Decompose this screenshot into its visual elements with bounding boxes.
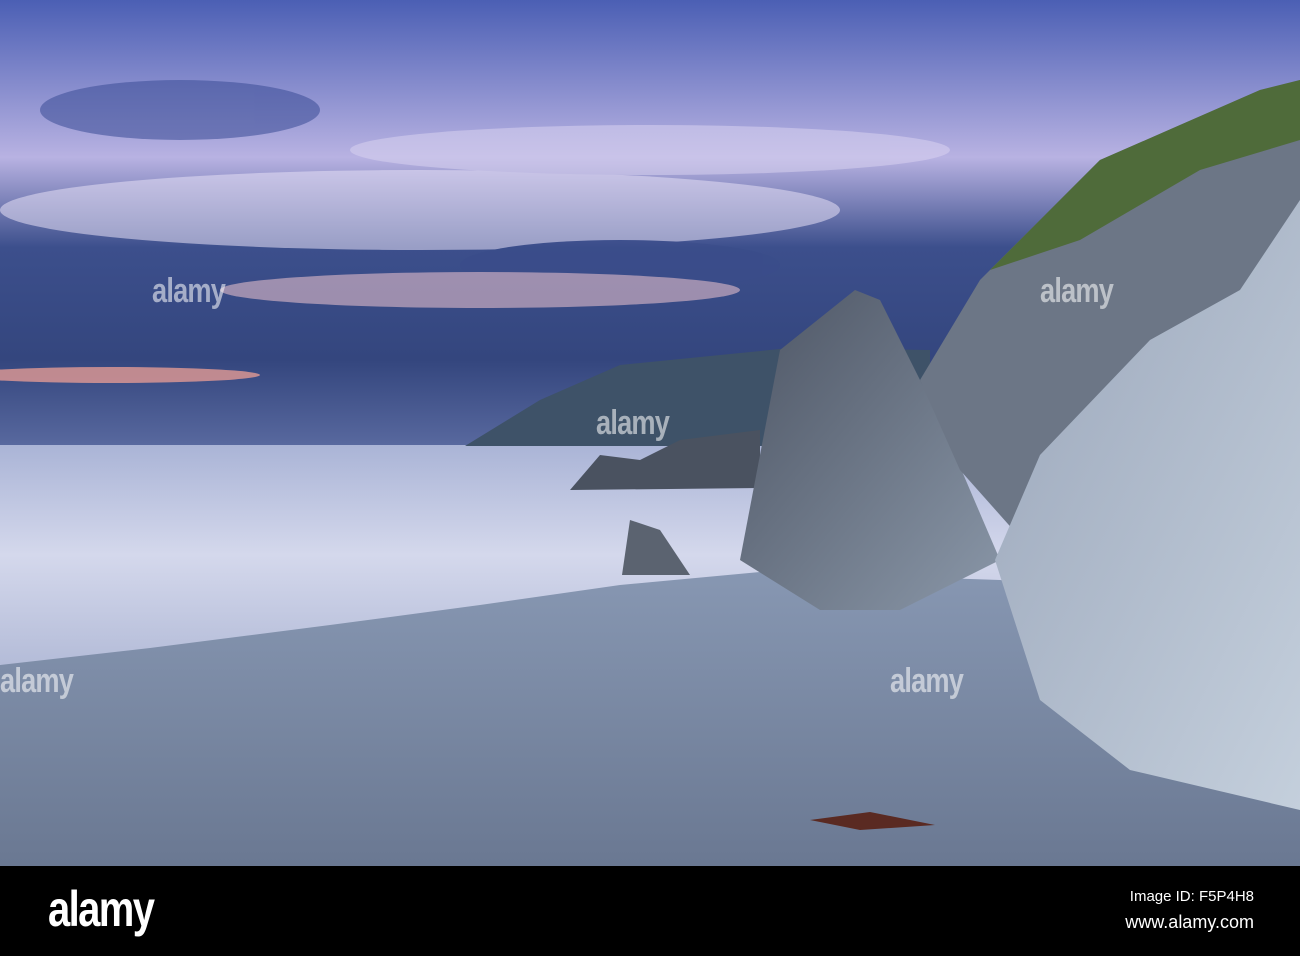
watermark: alamy bbox=[596, 404, 670, 442]
stock-photo: alamy alamy alamy alamy alamy alamy Imag… bbox=[0, 0, 1300, 956]
website-link[interactable]: www.alamy.com bbox=[1125, 912, 1254, 933]
watermark: alamy bbox=[152, 272, 226, 310]
image-id: Image ID: F5P4H8 bbox=[1129, 888, 1254, 905]
alamy-logo: alamy bbox=[48, 881, 155, 937]
watermark: alamy bbox=[1040, 272, 1114, 310]
footer-bar: alamy Image ID: F5P4H8 www.alamy.com bbox=[0, 866, 1300, 956]
watermark: alamy bbox=[890, 662, 964, 700]
watermark: alamy bbox=[0, 662, 74, 700]
